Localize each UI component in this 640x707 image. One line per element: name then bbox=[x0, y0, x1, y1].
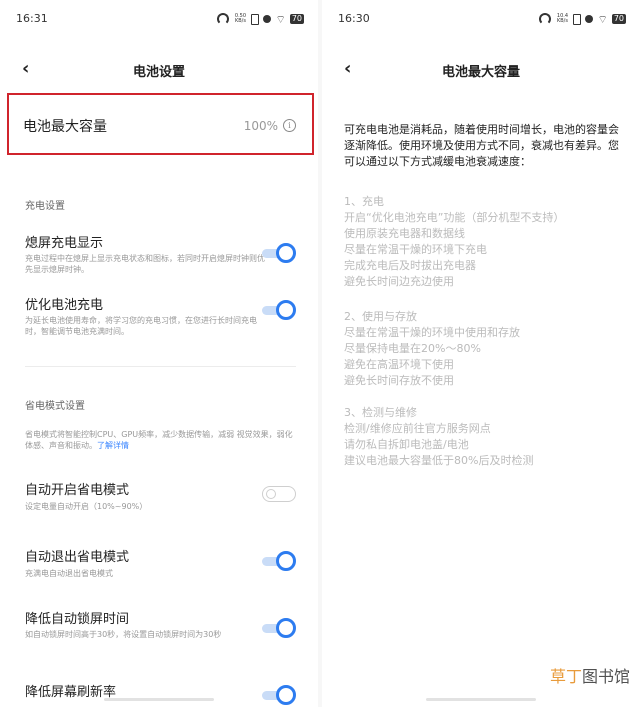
tips-line: 避免长时间存放不使用 bbox=[344, 374, 454, 387]
toggle-knob bbox=[276, 618, 296, 638]
home-indicator[interactable] bbox=[104, 698, 214, 701]
row-title-optimized-charging: 优化电池充电 bbox=[25, 298, 104, 313]
row-desc-auto-enable-saving: 设定电量自动开启（10%~90%） bbox=[25, 502, 148, 511]
intro-text: 可充电电池是消耗品，随着使用时间增长，电池的容量会逐渐降低。使用环境及使用方式不… bbox=[344, 123, 619, 168]
network-rate: 10.4 KB/s bbox=[556, 13, 569, 24]
row-desc-optimized-charging: 为延长电池使用寿命，将学习您的充电习惯，在您进行长时间充电时，智能调节电池充满时… bbox=[25, 316, 257, 336]
toggle-knob bbox=[276, 243, 296, 263]
notification-dot-icon bbox=[585, 15, 594, 23]
row-title-reduce-refresh-rate: 降低屏幕刷新率 bbox=[25, 685, 117, 700]
speed-icon bbox=[217, 13, 230, 25]
page-title: 电池最大容量 bbox=[441, 65, 520, 80]
battery-settings-screen: 16:31 0.50 KB/s ⌔ 70 ‹ 电池设置 电池最大容量 100% … bbox=[0, 0, 318, 707]
tips-line: 尽量在常温干燥的环境下充电 bbox=[344, 243, 487, 256]
toggle-auto-enable-saving[interactable] bbox=[262, 484, 296, 502]
info-icon[interactable]: i bbox=[283, 119, 296, 132]
learn-more-link[interactable]: 了解详情 bbox=[97, 441, 129, 450]
sim-icon bbox=[251, 13, 260, 25]
tips-line: 建议电池最大容量低于80%后及时检测 bbox=[344, 454, 534, 467]
status-bar: 16:31 0.50 KB/s ⌔ 70 bbox=[0, 12, 318, 28]
network-rate: 0.50 KB/s bbox=[234, 13, 247, 24]
divider bbox=[25, 366, 296, 367]
max-capacity-label: 电池最大容量 bbox=[23, 119, 107, 135]
tips-heading: 1、充电 bbox=[344, 195, 384, 208]
toggle-auto-exit-saving[interactable] bbox=[262, 551, 296, 571]
toggle-reduce-lock-time[interactable] bbox=[262, 618, 296, 638]
toggle-aod-charging[interactable] bbox=[262, 243, 296, 263]
watermark: 草丁图书馆 bbox=[550, 663, 630, 687]
tips-line: 尽量保持电量在20%～80% bbox=[344, 342, 481, 355]
watermark-part-b: 图书馆 bbox=[581, 667, 630, 686]
max-capacity-screen: 16:30 10.4 KB/s ⌔ 70 ‹ 电池最大容量 可充电电池是消耗品，… bbox=[322, 0, 640, 707]
row-title-reduce-lock-time: 降低自动锁屏时间 bbox=[25, 612, 130, 627]
section-charging: 充电设置 bbox=[25, 201, 65, 212]
tips-line: 开启“优化电池充电”功能（部分机型不支持） bbox=[344, 211, 565, 224]
header: ‹ 电池最大容量 bbox=[322, 58, 640, 81]
section-power-saving: 省电模式设置 bbox=[25, 401, 85, 412]
tips-line: 尽量在常温干燥的环境中使用和存放 bbox=[344, 326, 520, 339]
tips-line: 检测/维修应前往官方服务网点 bbox=[344, 422, 491, 435]
notification-dot-icon bbox=[263, 15, 272, 23]
watermark-part-a: 草丁 bbox=[549, 667, 582, 686]
row-title-auto-enable-saving: 自动开启省电模式 bbox=[25, 483, 130, 498]
max-capacity-row[interactable]: 电池最大容量 100% i bbox=[7, 93, 314, 155]
toggle-knob bbox=[266, 489, 276, 499]
speed-icon bbox=[539, 13, 552, 25]
status-time: 16:31 bbox=[16, 12, 48, 25]
status-bar: 16:30 10.4 KB/s ⌔ 70 bbox=[322, 12, 640, 28]
row-title-auto-exit-saving: 自动退出省电模式 bbox=[25, 550, 130, 565]
header: ‹ 电池设置 bbox=[0, 58, 318, 81]
battery-icon: 70 bbox=[289, 14, 304, 24]
toggle-optimized-charging[interactable] bbox=[262, 300, 296, 320]
tips-heading: 2、使用与存放 bbox=[344, 310, 417, 323]
toggle-knob bbox=[276, 300, 296, 320]
tips-line: 避免长时间边充边使用 bbox=[344, 275, 454, 288]
tips-line: 使用原装充电器和数据线 bbox=[344, 227, 465, 240]
battery-icon: 70 bbox=[611, 14, 626, 24]
row-desc-aod-charging: 充电过程中在熄屏上显示充电状态和图标，若同时开启熄屏时钟则优先显示熄屏时钟。 bbox=[25, 254, 265, 274]
row-desc-reduce-lock-time: 如自动锁屏时间高于30秒，将设置自动锁屏时间为30秒 bbox=[25, 630, 222, 639]
row-title-aod-charging: 熄屏充电显示 bbox=[25, 236, 104, 251]
power-saving-desc: 省电模式将智能控制CPU、GPU频率，减少数据传输，减弱 视觉效果，弱化体感、声… bbox=[25, 429, 295, 451]
toggle-reduce-refresh-rate[interactable] bbox=[262, 685, 296, 705]
tips-charging: 1、充电开启“优化电池充电”功能（部分机型不支持） 使用原装充电器和数据线尽量在常… bbox=[344, 194, 624, 290]
toggle-knob bbox=[276, 551, 296, 571]
wifi-icon: ⌔ bbox=[597, 12, 608, 26]
power-saving-desc-text: 省电模式将智能控制CPU、GPU频率，减少数据传输，减弱 视觉效果，弱化体感、声… bbox=[25, 430, 293, 450]
page-title: 电池设置 bbox=[132, 65, 185, 80]
tips-line: 请勿私自拆卸电池盖/电池 bbox=[344, 438, 469, 451]
status-time: 16:30 bbox=[338, 12, 370, 25]
tips-usage-storage: 2、使用与存放尽量在常温干燥的环境中使用和存放 尽量保持电量在20%～80% 避免在… bbox=[344, 309, 624, 389]
row-desc-auto-exit-saving: 充满电自动退出省电模式 bbox=[25, 569, 113, 578]
tips-line: 避免在高温环境下使用 bbox=[344, 358, 454, 371]
wifi-icon: ⌔ bbox=[275, 12, 286, 26]
tips-heading: 3、检测与维修 bbox=[344, 406, 417, 419]
home-indicator[interactable] bbox=[426, 698, 536, 701]
max-capacity-value: 100% bbox=[243, 119, 278, 133]
tips-line: 完成充电后及时拔出充电器 bbox=[344, 259, 476, 272]
toggle-knob bbox=[276, 685, 296, 705]
sim-icon bbox=[573, 13, 582, 25]
tips-inspection-repair: 3、检测与维修检测/维修应前往官方服务网点 请勿私自拆卸电池盖/电池建议电池最大容… bbox=[344, 405, 624, 469]
